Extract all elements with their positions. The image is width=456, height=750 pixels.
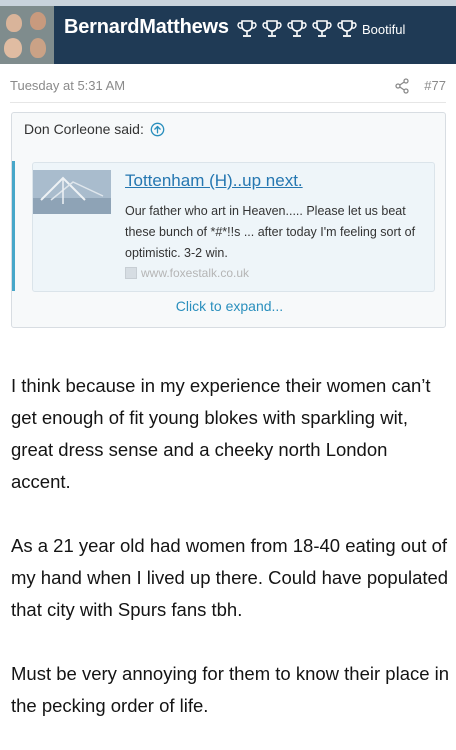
trophy-icon[interactable] xyxy=(236,18,258,40)
message-paragraph: I think because in my experience their w… xyxy=(11,375,431,492)
post-date[interactable]: Tuesday at 5:31 AM xyxy=(10,78,125,93)
quote-author[interactable]: Don Corleone said: xyxy=(24,121,144,137)
message-paragraph: As a 21 year old had women from 18-40 ea… xyxy=(11,535,449,620)
quote-attribution: Don Corleone said: xyxy=(24,121,165,137)
quote-block: Don Corleone said: Tottenham (H)..up nex… xyxy=(11,112,446,328)
unfurl-domain-text: www.foxestalk.co.uk xyxy=(141,266,250,280)
post-message-body: I think because in my experience their w… xyxy=(11,370,451,750)
trophy-icon[interactable] xyxy=(286,18,308,40)
post-user-header: BernardMatthews Bootiful xyxy=(0,6,456,64)
unfurl-description: Our father who art in Heaven..... Please… xyxy=(125,204,416,260)
trophy-icon[interactable] xyxy=(311,18,333,40)
unfurl-domain: www.foxestalk.co.uk xyxy=(125,266,249,280)
site-favicon-icon xyxy=(125,267,137,279)
trophy-icons xyxy=(236,18,358,40)
trophy-icon[interactable] xyxy=(261,18,283,40)
share-icon[interactable] xyxy=(394,78,410,94)
unfurl-thumbnail xyxy=(33,170,111,214)
post-meta: Tuesday at 5:31 AM #77 xyxy=(10,78,446,96)
avatar[interactable] xyxy=(0,6,54,64)
divider xyxy=(10,102,446,103)
user-title: Bootiful xyxy=(362,22,406,37)
message-paragraph: Must be very annoying for them to know t… xyxy=(11,663,450,716)
unfurl-title-link[interactable]: Tottenham (H)..up next. xyxy=(125,171,303,191)
go-to-quoted-post-icon[interactable] xyxy=(150,122,165,137)
trophy-icon[interactable] xyxy=(336,18,358,40)
link-unfurl-card[interactable]: Tottenham (H)..up next. Our father who a… xyxy=(32,162,435,292)
click-to-expand-link[interactable]: Click to expand... xyxy=(12,298,447,314)
username-link[interactable]: BernardMatthews xyxy=(64,16,229,39)
quote-accent-bar xyxy=(12,161,15,291)
post-number-link[interactable]: #77 xyxy=(424,78,446,93)
